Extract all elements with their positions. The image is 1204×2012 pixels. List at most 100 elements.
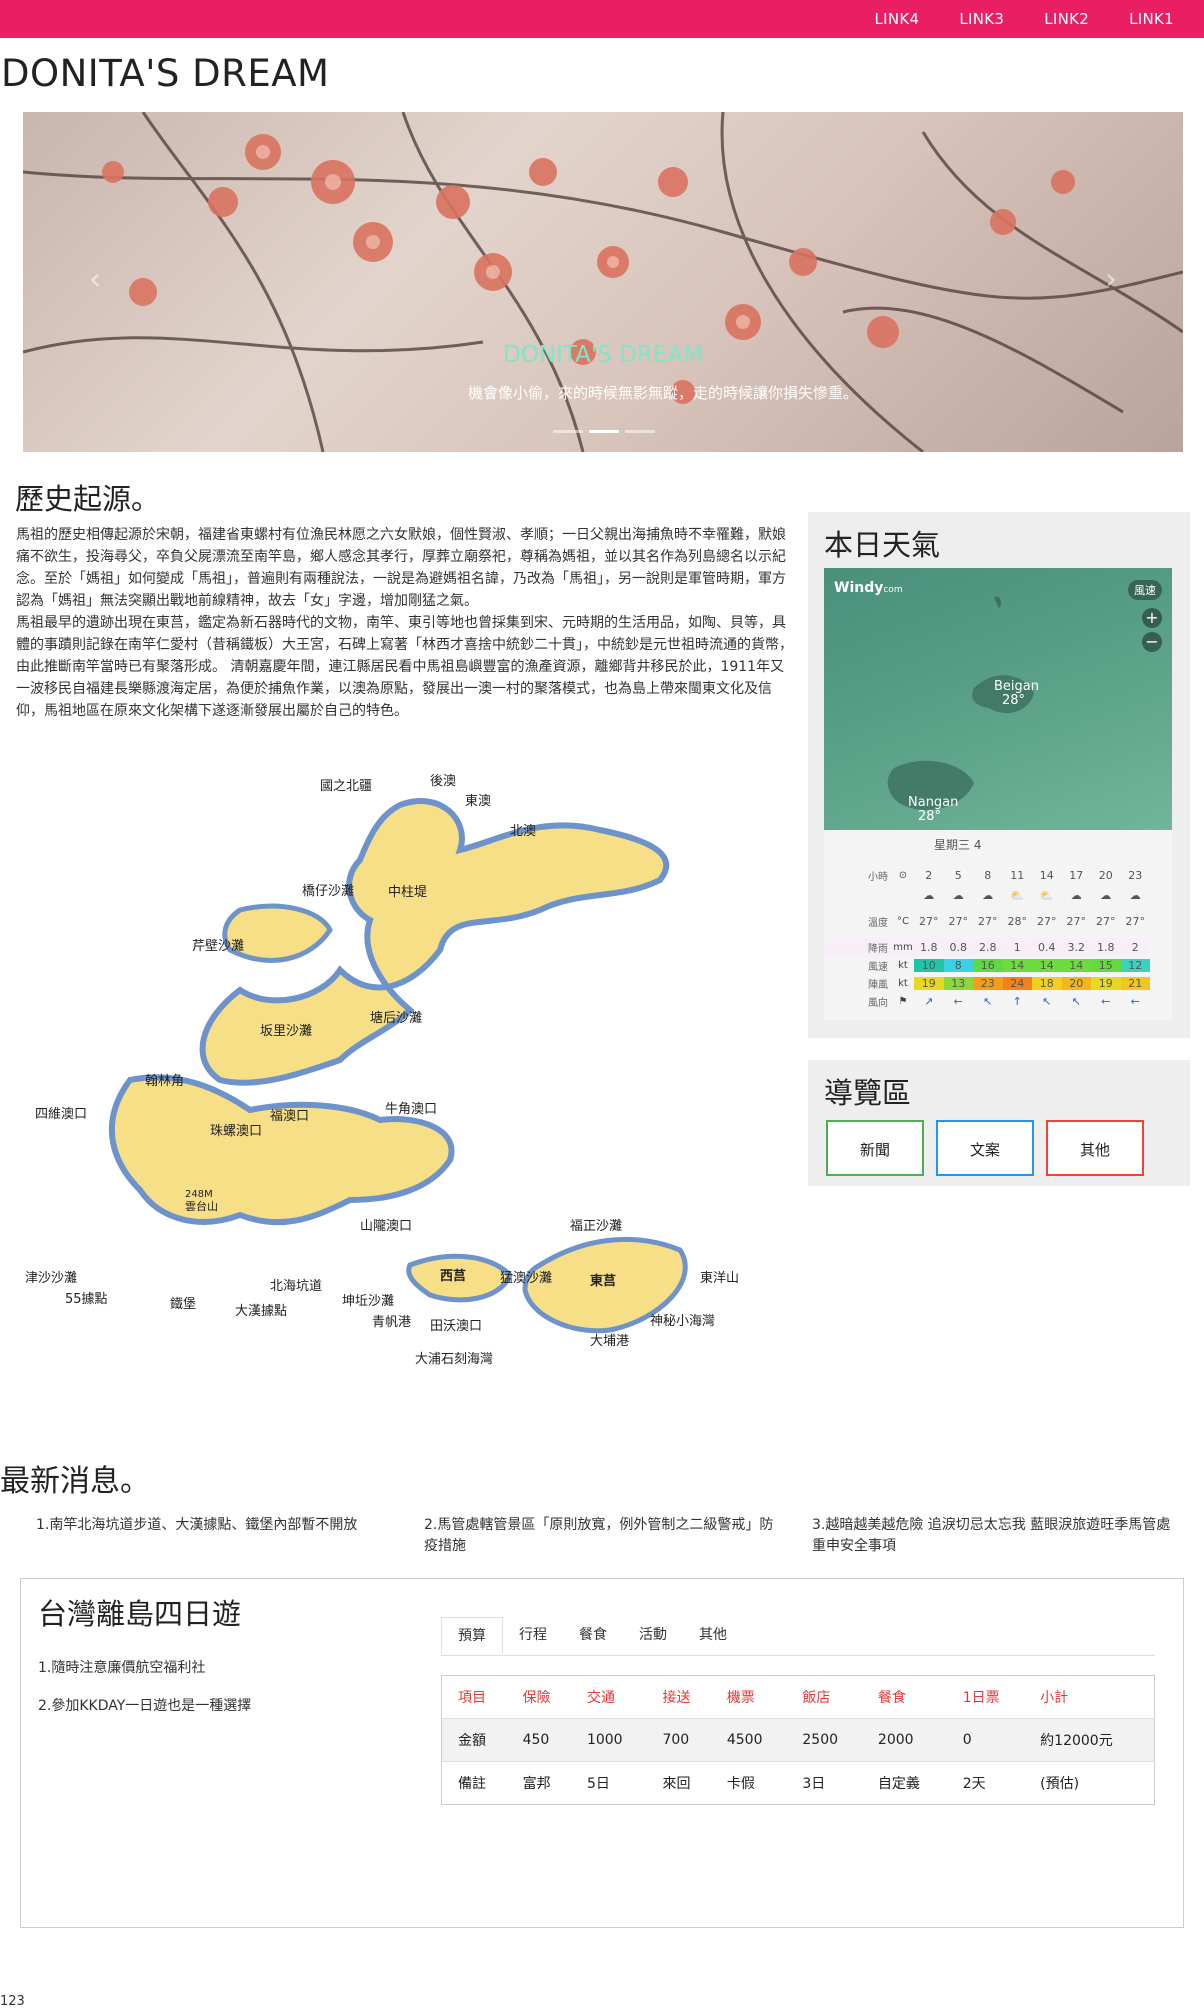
wind-direction-arrow-icon: ↖ <box>983 994 993 1008</box>
table-cell: 5日 <box>570 1761 647 1805</box>
tab-other[interactable]: 其他 <box>683 1617 743 1654</box>
wind-direction-arrow-icon: ↑ <box>1012 994 1022 1008</box>
place-nangan: Nangan 28° <box>908 796 958 824</box>
table-cell: 450 <box>506 1718 571 1762</box>
table-header: 餐食 <box>877 1690 906 1706</box>
nav-link-1[interactable]: LINK1 <box>1105 0 1190 38</box>
windy-forecast-table[interactable]: 星期三 4 小時 ⊙ 2 5 8 11 14 17 20 23 ☁ ☁ ☁ ⛅ … <box>824 830 1172 1020</box>
gust-cell: 13 <box>943 976 973 990</box>
map-label: 北澳 <box>510 823 536 839</box>
windy-map[interactable]: Windycom 風速 + − Beigan 28° Nangan 28° <box>824 568 1172 830</box>
carousel-indicator[interactable] <box>625 430 655 433</box>
table-cell: 2天 <box>946 1761 1025 1805</box>
rain-cloud-icon: ☁ <box>1070 888 1082 902</box>
table-cell: 富邦 <box>506 1761 571 1805</box>
map-label: 田沃澳口 <box>430 1318 482 1334</box>
wind-speed-badge[interactable]: 風速 <box>1128 580 1162 600</box>
tab-activities[interactable]: 活動 <box>623 1617 683 1654</box>
map-label: 青帆港 <box>372 1315 411 1330</box>
map-label: 津沙沙灘 <box>25 1271 77 1286</box>
history-paragraph: 馬祖最早的遺跡出現在東莒，鑑定為新石器時代的文物，南竿、東引等地也曾採集到宋、元… <box>16 615 793 719</box>
temp-cell: 27° <box>1037 914 1057 928</box>
map-label: 東莒 <box>590 1273 616 1289</box>
rain-cloud-icon: ☁ <box>982 888 994 902</box>
place-temp: 28° <box>918 809 942 824</box>
table-header: 小計 <box>1040 1690 1069 1706</box>
tab-meals[interactable]: 餐食 <box>563 1617 623 1654</box>
map-label: 後澳 <box>430 773 456 789</box>
news-item-3[interactable]: 3.越暗越美越危險 追淚切忌太忘我 藍眼淚旅遊旺季馬管處重申安全事項 <box>812 1515 1172 1557</box>
footer-text: 123 <box>0 1994 25 2009</box>
wind-direction-arrow-icon: ↖ <box>1071 994 1081 1008</box>
hour-cell: 20 <box>1098 868 1113 882</box>
nav-link-2[interactable]: LINK2 <box>1020 0 1105 38</box>
other-button[interactable]: 其他 <box>1046 1120 1144 1176</box>
unit-label: mm <box>893 941 913 953</box>
zoom-in-icon[interactable]: + <box>1142 608 1162 628</box>
map-label: 248M <box>185 1189 213 1200</box>
news-item-2[interactable]: 2.馬管處轄管景區「原則放寬，例外管制之二級警戒」防疫措施 <box>424 1515 784 1557</box>
carousel-next-icon[interactable]: › <box>1105 262 1117 297</box>
rain-cloud-icon: ☁ <box>1129 888 1141 902</box>
news-item-1[interactable]: 1.南竿北海坑道步道、大漢據點、鐵堡內部暫不開放 <box>36 1515 396 1536</box>
tour-tabs: 預算 行程 餐食 活動 其他 <box>441 1617 1155 1656</box>
map-label: 山隴澳口 <box>360 1218 412 1234</box>
temp-cell: 28° <box>1007 914 1028 928</box>
wind-cell: 8 <box>943 958 973 972</box>
map-label: 鐵堡 <box>170 1296 196 1312</box>
copywriting-button[interactable]: 文案 <box>936 1120 1034 1176</box>
gust-cell: 24 <box>1002 976 1032 990</box>
map-label: 神秘小海灣 <box>650 1314 715 1329</box>
tour-title: 台灣離島四日遊 <box>38 1597 242 1631</box>
map-label: 西莒 <box>440 1268 466 1284</box>
tab-budget[interactable]: 預算 <box>441 1617 503 1654</box>
wind-cell: 10 <box>914 958 944 972</box>
map-label: 坂里沙灘 <box>260 1024 312 1039</box>
unit-label: kt <box>898 977 908 989</box>
carousel-indicator[interactable] <box>553 430 583 433</box>
nav-link-3[interactable]: LINK3 <box>935 0 1020 38</box>
map-label: 珠螺澳口 <box>210 1123 262 1139</box>
tour-panel: 台灣離島四日遊 1.隨時注意廉價航空福利社 2.參加KKDAY一日遊也是一種選擇… <box>20 1578 1184 1928</box>
hero-carousel[interactable]: ‹ › DONITA'S DREAM 機會像小偷，來的時候無影無蹤，走的時候讓你… <box>23 112 1183 452</box>
table-cell: 0 <box>946 1718 1025 1762</box>
table-cell: 4500 <box>710 1718 787 1762</box>
row-label: 風向 <box>868 997 888 1009</box>
wind-cell: 14 <box>1002 958 1032 972</box>
map-label: 橋仔沙灘 <box>302 884 354 899</box>
zoom-out-icon[interactable]: − <box>1142 632 1162 652</box>
budget-table: 項目 保險 交通 接送 機票 飯店 餐食 1日票 小計 金額 450 1000 … <box>441 1675 1155 1805</box>
forecast-hours-row: 小時 ⊙ 2 5 8 11 14 17 20 23 <box>824 866 1150 884</box>
place-beigan: Beigan 28° <box>994 680 1039 708</box>
row-label: 小時 <box>868 871 888 883</box>
wind-direction-arrow-icon: ↗ <box>924 994 934 1008</box>
temp-cell: 27° <box>919 914 939 928</box>
place-name: Beigan <box>994 679 1039 694</box>
table-header: 項目 <box>458 1690 486 1706</box>
history-paragraph: 馬祖的歷史相傳起源於宋朝，福建省東螺村有位漁民林愿之六女默娘，個性賢淑、孝順；一… <box>16 527 786 609</box>
rain-cell: 2.8 <box>979 940 997 954</box>
wind-cell: 14 <box>1061 958 1091 972</box>
map-label: 中柱堤 <box>388 885 427 900</box>
carousel-title: DONITA'S DREAM <box>503 342 703 368</box>
table-cell: (預估) <box>1024 1761 1155 1805</box>
tab-itinerary[interactable]: 行程 <box>503 1617 563 1654</box>
table-cell: 2500 <box>786 1718 862 1762</box>
tour-tip: 2.參加KKDAY一日遊也是一種選擇 <box>38 1698 252 1714</box>
news-button[interactable]: 新聞 <box>826 1120 924 1176</box>
table-cell: 700 <box>646 1718 711 1762</box>
wind-cell: 15 <box>1091 958 1121 972</box>
top-navbar: LINK1 LINK2 LINK3 LINK4 <box>0 0 1204 38</box>
wind-direction-arrow-icon: ← <box>953 994 963 1008</box>
forecast-icons-row: ☁ ☁ ☁ ⛅ ⛅ ☁ ☁ ☁ <box>824 886 1150 904</box>
forecast-day: 星期三 4 <box>934 838 982 852</box>
gust-cell: 18 <box>1032 976 1062 990</box>
temp-cell: 27° <box>948 914 969 928</box>
wind-cell: 16 <box>973 958 1003 972</box>
table-header: 接送 <box>662 1690 691 1706</box>
rain-cloud-icon: ☁ <box>952 888 964 902</box>
nav-link-4[interactable]: LINK4 <box>850 0 935 38</box>
carousel-indicator-active[interactable] <box>589 430 619 433</box>
carousel-prev-icon[interactable]: ‹ <box>89 262 101 297</box>
weather-panel: 本日天氣 Windycom 風速 + − Beigan 28° Nangan 2… <box>808 512 1190 1038</box>
